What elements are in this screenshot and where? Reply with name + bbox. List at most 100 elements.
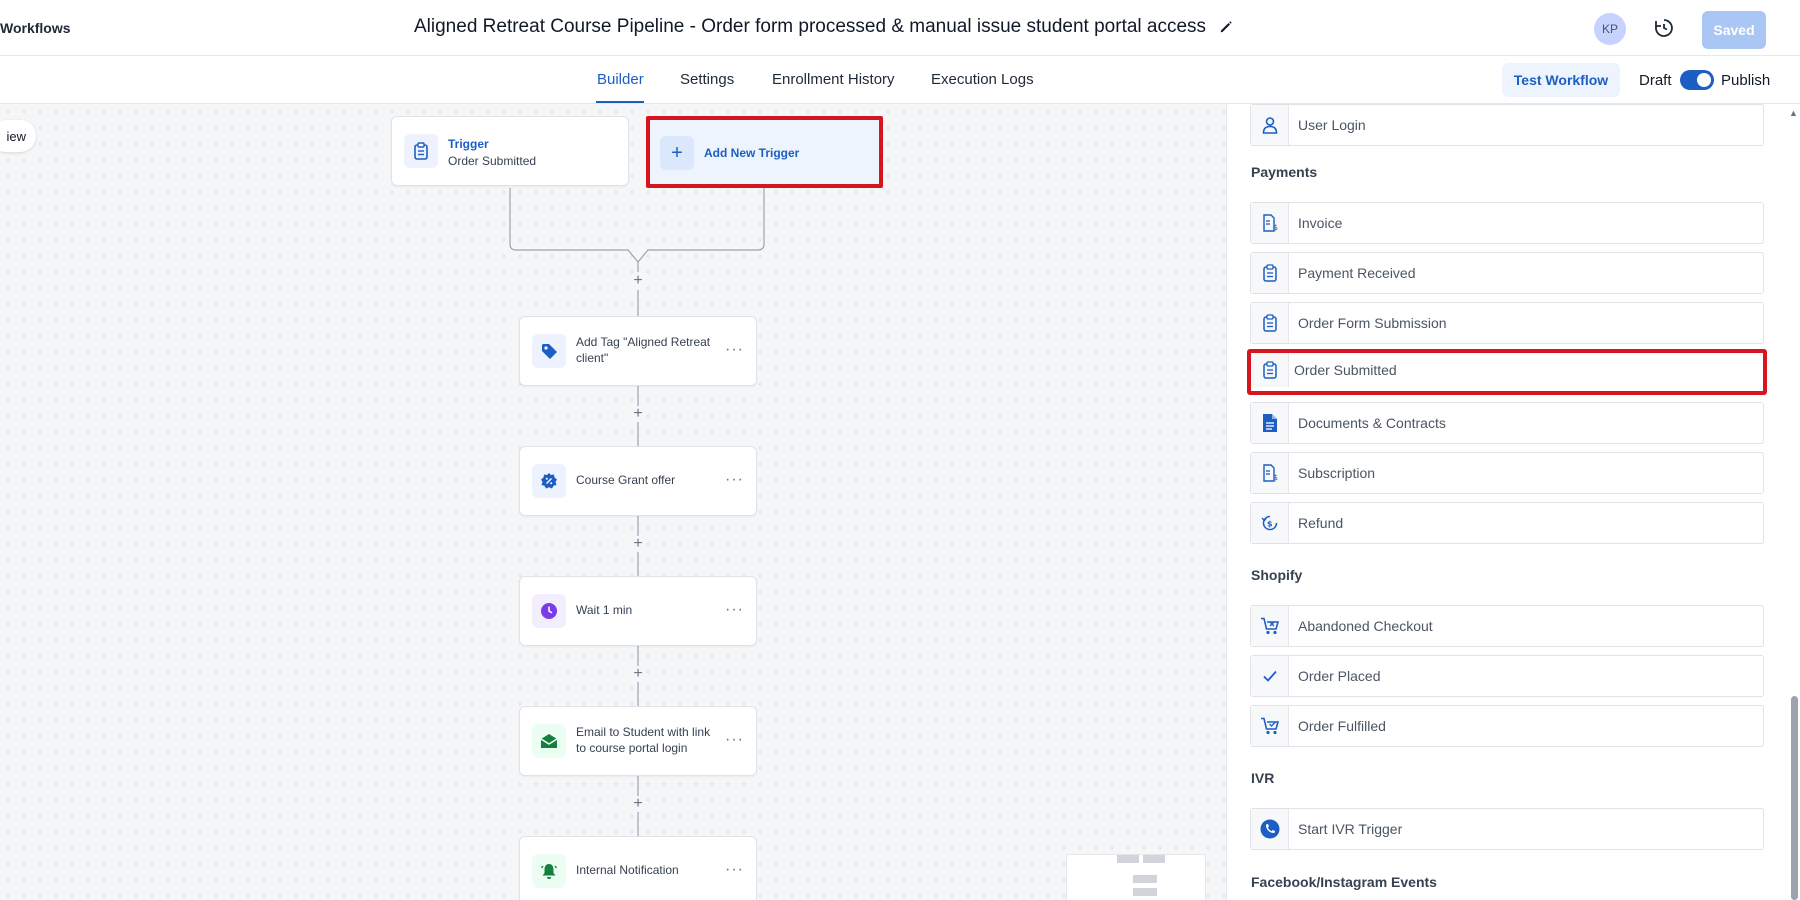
tab-settings[interactable]: Settings bbox=[680, 71, 734, 88]
more-options-icon[interactable]: ··· bbox=[725, 731, 744, 749]
saved-button[interactable]: Saved bbox=[1702, 11, 1766, 49]
workflow-canvas[interactable]: iew Trigger Order Submitted + Add New Tr… bbox=[0, 104, 1226, 900]
workflow-title: Aligned Retreat Course Pipeline - Order … bbox=[414, 16, 1207, 37]
svg-text:$: $ bbox=[1273, 473, 1278, 482]
edit-pencil-icon[interactable] bbox=[1218, 19, 1234, 35]
add-step-plus[interactable]: + bbox=[630, 272, 646, 289]
scroll-up-arrow-icon[interactable]: ▲ bbox=[1789, 108, 1798, 118]
trigger-option-refund[interactable]: $ Refund bbox=[1250, 502, 1764, 544]
step-label: Wait 1 min bbox=[576, 603, 633, 618]
cart-check-icon bbox=[1251, 706, 1289, 746]
invoice-icon: $ bbox=[1251, 203, 1289, 243]
document-icon bbox=[1251, 403, 1289, 443]
step-card-add-tag[interactable]: Add Tag "Aligned Retreat client" ··· bbox=[519, 316, 757, 386]
section-title-ivr: IVR bbox=[1251, 770, 1275, 786]
clipboard-icon bbox=[404, 134, 438, 168]
user-avatar[interactable]: KP bbox=[1594, 13, 1626, 45]
item-label: User Login bbox=[1298, 117, 1366, 133]
trigger-option-start-ivr[interactable]: Start IVR Trigger bbox=[1250, 808, 1764, 850]
step-card-email[interactable]: Email to Student with link to course por… bbox=[519, 706, 757, 776]
tag-icon bbox=[532, 334, 566, 368]
cart-icon bbox=[1251, 606, 1289, 646]
item-label: Order Form Submission bbox=[1298, 315, 1447, 331]
draft-label: Draft bbox=[1639, 72, 1672, 89]
trigger-option-invoice[interactable]: $ Invoice bbox=[1250, 202, 1764, 244]
section-title-facebook-instagram: Facebook/Instagram Events bbox=[1251, 874, 1437, 890]
trigger-card[interactable]: Trigger Order Submitted bbox=[391, 116, 629, 186]
add-trigger-label: Add New Trigger bbox=[704, 146, 800, 160]
invoice-icon: $ bbox=[1251, 453, 1289, 493]
item-label: Invoice bbox=[1298, 215, 1343, 231]
trigger-option-user-login[interactable]: User Login bbox=[1250, 104, 1764, 146]
view-toggle-pill[interactable]: iew bbox=[0, 120, 36, 152]
item-label: Abandoned Checkout bbox=[1298, 618, 1433, 634]
trigger-option-subscription[interactable]: $ Subscription bbox=[1250, 452, 1764, 494]
clipboard-icon bbox=[1251, 353, 1289, 387]
item-label: Documents & Contracts bbox=[1298, 415, 1446, 431]
top-header: Workflows Aligned Retreat Course Pipelin… bbox=[0, 0, 1800, 56]
add-step-plus[interactable]: + bbox=[630, 665, 646, 682]
step-label: Add Tag "Aligned Retreat client" bbox=[576, 335, 711, 365]
item-label: Refund bbox=[1298, 515, 1344, 531]
section-title-shopify: Shopify bbox=[1251, 567, 1303, 583]
step-card-wait[interactable]: Wait 1 min ··· bbox=[519, 576, 757, 646]
publish-toggle[interactable] bbox=[1680, 70, 1714, 90]
trigger-option-payment-received[interactable]: Payment Received bbox=[1250, 252, 1764, 294]
add-new-trigger-button[interactable]: + Add New Trigger bbox=[646, 116, 883, 188]
trigger-option-abandoned-checkout[interactable]: Abandoned Checkout bbox=[1250, 605, 1764, 647]
more-options-icon[interactable]: ··· bbox=[725, 861, 744, 879]
trigger-picker-panel: User Login Payments $ Invoice Payment Re… bbox=[1226, 104, 1800, 900]
more-options-icon[interactable]: ··· bbox=[725, 471, 744, 489]
trigger-option-order-placed[interactable]: Order Placed bbox=[1250, 655, 1764, 697]
trigger-title: Trigger bbox=[448, 137, 489, 151]
item-label: Payment Received bbox=[1298, 265, 1416, 281]
add-step-plus[interactable]: + bbox=[630, 535, 646, 552]
user-icon bbox=[1251, 105, 1289, 145]
step-label: Course Grant offer bbox=[576, 473, 676, 488]
badge-percent-icon bbox=[532, 464, 566, 498]
item-label: Order Fulfilled bbox=[1298, 718, 1386, 734]
item-label: Start IVR Trigger bbox=[1298, 821, 1403, 837]
tab-execution-logs[interactable]: Execution Logs bbox=[931, 71, 1034, 88]
trigger-option-order-form-submission[interactable]: Order Form Submission bbox=[1250, 302, 1764, 344]
bell-icon bbox=[532, 854, 566, 888]
item-label: Order Submitted bbox=[1294, 362, 1397, 378]
more-options-icon[interactable]: ··· bbox=[725, 341, 744, 359]
step-card-internal-notification[interactable]: Internal Notification ··· bbox=[519, 836, 757, 900]
tab-enrollment-history[interactable]: Enrollment History bbox=[772, 71, 895, 88]
title-wrap: Aligned Retreat Course Pipeline - Order … bbox=[414, 16, 1234, 38]
clipboard-icon bbox=[1251, 253, 1289, 293]
publish-label: Publish bbox=[1721, 72, 1771, 89]
clock-icon bbox=[532, 594, 566, 628]
canvas-minimap[interactable] bbox=[1066, 854, 1206, 900]
add-step-plus[interactable]: + bbox=[630, 795, 646, 812]
minimap-shapes bbox=[1117, 855, 1165, 896]
trigger-option-order-submitted[interactable]: Order Submitted bbox=[1247, 349, 1767, 395]
more-options-icon[interactable]: ··· bbox=[725, 601, 744, 619]
svg-text:$: $ bbox=[1273, 223, 1278, 232]
section-title-payments: Payments bbox=[1251, 164, 1318, 180]
clipboard-icon bbox=[1251, 303, 1289, 343]
plus-icon: + bbox=[660, 136, 694, 170]
phone-icon bbox=[1251, 809, 1289, 849]
tab-builder[interactable]: Builder bbox=[597, 71, 644, 88]
history-icon[interactable] bbox=[1652, 16, 1676, 40]
trigger-option-documents-contracts[interactable]: Documents & Contracts bbox=[1250, 402, 1764, 444]
tabs-bar: Builder Settings Enrollment History Exec… bbox=[0, 56, 1800, 104]
test-workflow-button[interactable]: Test Workflow bbox=[1502, 63, 1620, 97]
step-label: Email to Student with link to course por… bbox=[576, 725, 711, 755]
step-card-course-grant[interactable]: Course Grant offer ··· bbox=[519, 446, 757, 516]
svg-text:$: $ bbox=[1267, 520, 1273, 529]
trigger-subtitle: Order Submitted bbox=[448, 154, 537, 168]
scrollbar-thumb[interactable] bbox=[1791, 696, 1798, 900]
checkmark-icon bbox=[1251, 656, 1289, 696]
item-label: Order Placed bbox=[1298, 668, 1381, 684]
workflows-back-link[interactable]: Workflows bbox=[0, 20, 71, 36]
toggle-knob bbox=[1697, 73, 1711, 87]
active-tab-indicator bbox=[596, 101, 644, 103]
item-label: Subscription bbox=[1298, 465, 1376, 481]
trigger-option-order-fulfilled[interactable]: Order Fulfilled bbox=[1250, 705, 1764, 747]
add-step-plus[interactable]: + bbox=[630, 405, 646, 422]
envelope-open-icon bbox=[532, 724, 566, 758]
step-label: Internal Notification bbox=[576, 863, 679, 878]
